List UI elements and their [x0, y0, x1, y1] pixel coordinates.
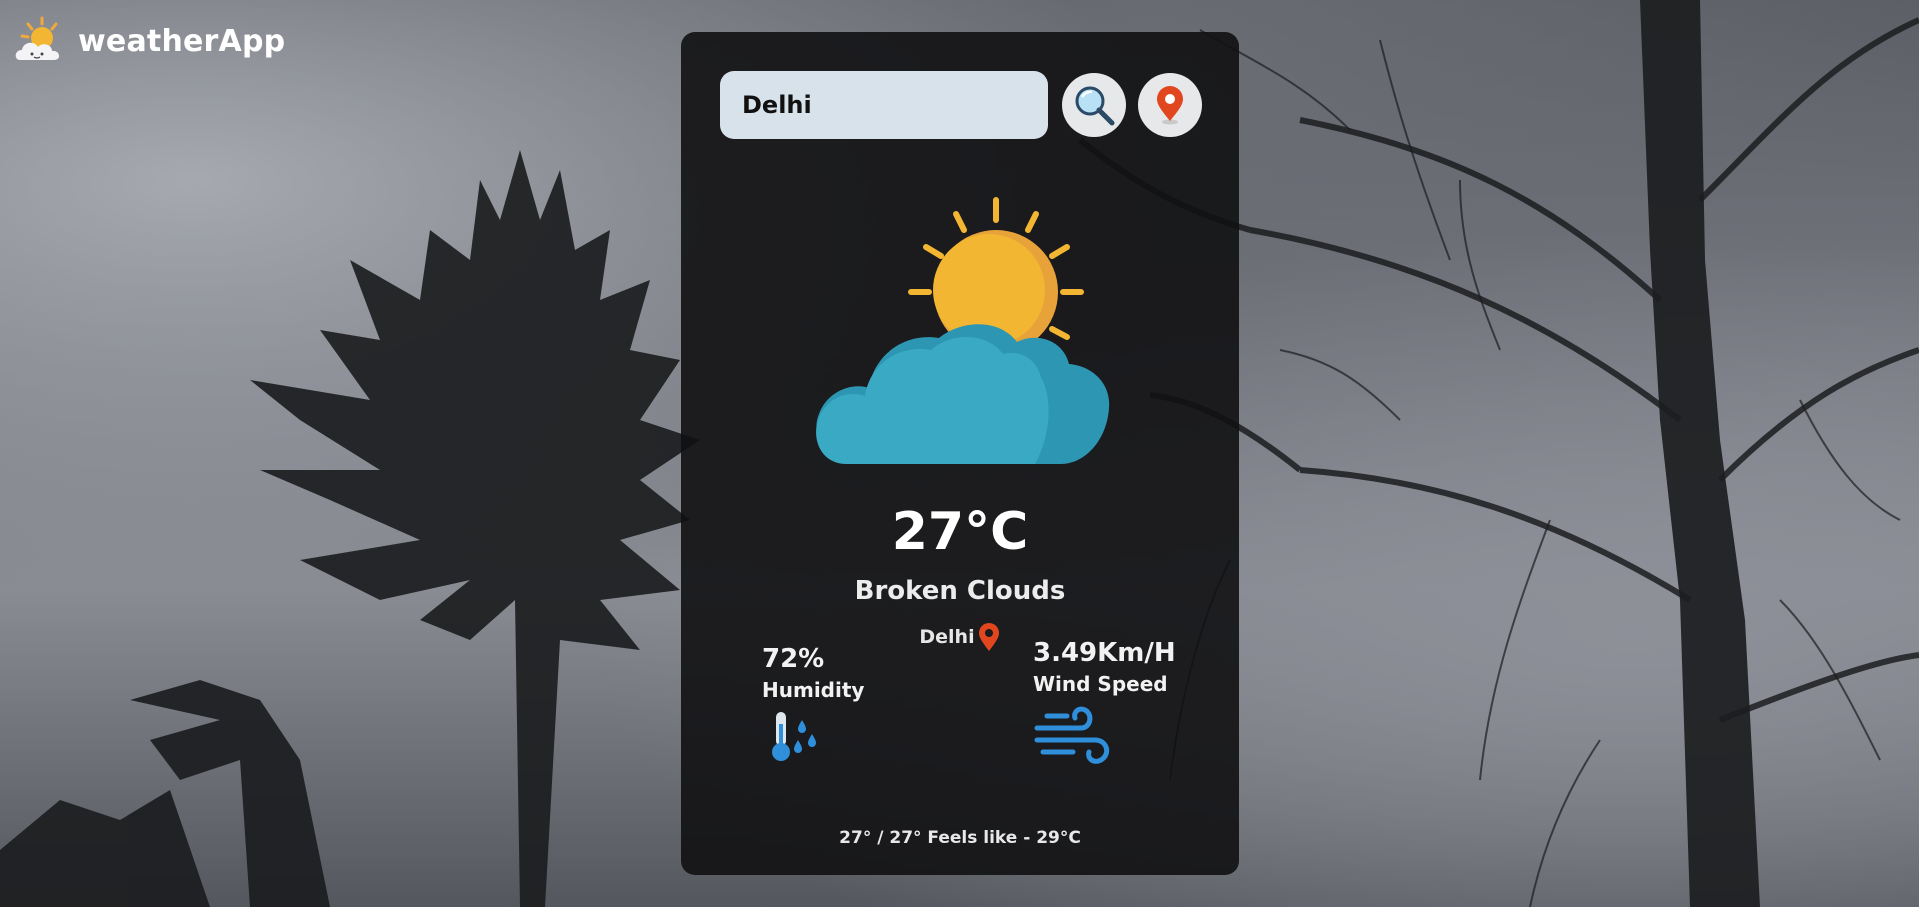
weather-card: 27°C Broken Clouds Delhi 72% Humidity 3.… [681, 32, 1239, 875]
humidity-value: 72% [762, 644, 825, 674]
location-pin-icon [978, 623, 999, 651]
humidity-label: Humidity [762, 678, 865, 702]
location-name: Delhi [919, 626, 975, 648]
app-title: weatherApp [78, 23, 286, 59]
magnifier-icon [1075, 86, 1115, 126]
search-bar [720, 71, 1202, 139]
search-button[interactable] [1062, 73, 1126, 137]
wind-stat: 3.49Km/H Wind Speed [1033, 638, 1176, 768]
city-search-input[interactable] [720, 71, 1048, 139]
humidity-stat: 72% Humidity [762, 644, 864, 764]
location-pin-icon [1157, 86, 1183, 125]
wind-icon [1034, 706, 1110, 764]
weather-description: Broken Clouds [854, 576, 1066, 606]
current-location-button[interactable] [1138, 73, 1202, 137]
thermometer-drops-icon [772, 712, 816, 761]
wind-speed-label: Wind Speed [1033, 672, 1168, 696]
temperature: 27°C [891, 502, 1029, 562]
wind-speed-value: 3.49Km/H [1033, 638, 1176, 668]
sun-behind-cloud-icon [816, 197, 1110, 464]
logo-sun-cloud-icon [15, 16, 60, 60]
brand: weatherApp [12, 16, 285, 66]
feels-like-summary: 27° / 27° Feels like - 29°C [839, 828, 1081, 848]
